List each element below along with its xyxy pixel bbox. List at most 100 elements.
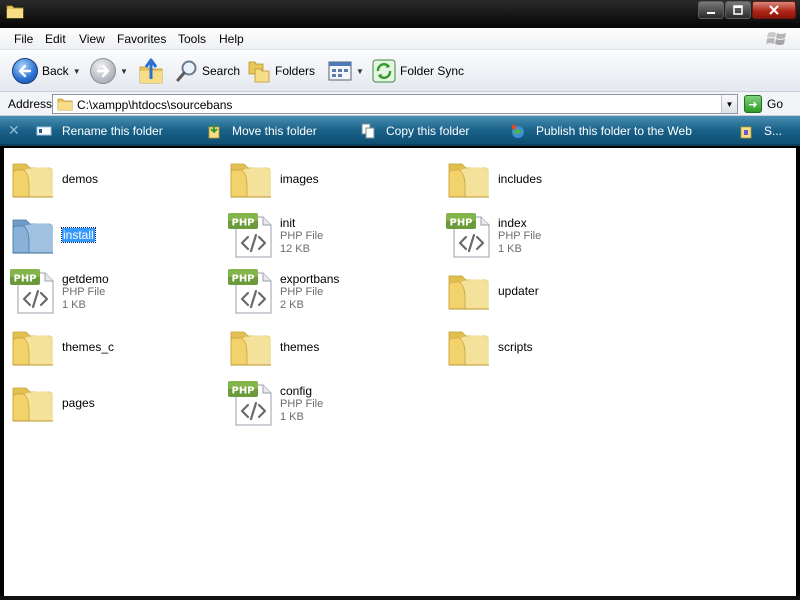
up-folder-icon bbox=[139, 58, 163, 84]
title-bar[interactable] bbox=[0, 0, 800, 28]
php-file-icon: PHP bbox=[227, 379, 275, 427]
item-name: install bbox=[61, 227, 96, 243]
address-bar: Address C:\xampp\htdocs\sourcebans ▼ ➜ G… bbox=[0, 92, 800, 116]
menu-tools[interactable]: Tools bbox=[178, 32, 206, 46]
close-button[interactable] bbox=[752, 1, 796, 19]
php-badge-text: PHP bbox=[231, 386, 254, 397]
file-item[interactable]: PHP init PHP File 12 KB bbox=[227, 211, 437, 261]
folder-icon bbox=[227, 155, 275, 203]
minimize-button[interactable] bbox=[698, 1, 724, 19]
folder-icon bbox=[9, 379, 57, 427]
address-input[interactable]: C:\xampp\htdocs\sourcebans ▼ bbox=[52, 94, 738, 114]
folder-item[interactable]: demos bbox=[9, 155, 219, 205]
task-move-folder[interactable]: Move this folder bbox=[206, 123, 317, 139]
item-name: index bbox=[498, 216, 527, 230]
minimize-icon bbox=[707, 12, 715, 14]
task-rename-folder[interactable]: Rename this folder bbox=[36, 123, 163, 139]
share-icon bbox=[738, 123, 754, 139]
search-label: Search bbox=[202, 64, 241, 78]
folder-item[interactable]: install bbox=[9, 211, 219, 261]
copy-icon bbox=[360, 123, 376, 139]
search-icon bbox=[176, 60, 197, 82]
close-icon[interactable]: ✕ bbox=[8, 122, 20, 139]
folder-icon bbox=[57, 98, 73, 111]
menu-view[interactable]: View bbox=[79, 32, 105, 46]
folder-icon bbox=[445, 155, 493, 203]
task-share-folder[interactable]: S... bbox=[738, 123, 782, 139]
file-item[interactable]: PHP config PHP File 1 KB bbox=[227, 379, 437, 429]
folder-item[interactable]: updater bbox=[445, 267, 655, 317]
folder-sync-button[interactable]: Folder Sync bbox=[372, 56, 464, 86]
item-size: 1 KB bbox=[280, 411, 304, 423]
task-label: Publish this folder to the Web bbox=[536, 124, 692, 138]
php-file-icon: PHP bbox=[227, 211, 275, 259]
task-label: Rename this folder bbox=[62, 124, 163, 138]
item-size: 12 KB bbox=[280, 243, 310, 255]
forward-button[interactable]: ▼ bbox=[90, 56, 128, 86]
folder-item[interactable]: themes_c bbox=[9, 323, 219, 373]
publish-web-icon bbox=[510, 123, 526, 139]
php-badge-text: PHP bbox=[231, 218, 254, 229]
window-bottom-border bbox=[0, 596, 800, 600]
folder-item[interactable]: scripts bbox=[445, 323, 655, 373]
folder-item[interactable]: includes bbox=[445, 155, 655, 205]
menu-file[interactable]: File bbox=[14, 32, 33, 46]
item-name: images bbox=[280, 172, 319, 186]
address-path: C:\xampp\htdocs\sourcebans bbox=[77, 98, 233, 112]
item-type: PHP File bbox=[62, 286, 106, 298]
back-label: Back bbox=[42, 64, 69, 78]
menu-favorites[interactable]: Favorites bbox=[117, 32, 166, 46]
item-name: exportbans bbox=[280, 272, 340, 286]
file-list-view[interactable]: demos images includes install PHP init PH… bbox=[4, 148, 796, 596]
item-name: themes bbox=[280, 340, 320, 354]
file-item[interactable]: PHP index PHP File 1 KB bbox=[445, 211, 655, 261]
views-icon bbox=[328, 61, 352, 81]
php-file-icon: PHP bbox=[445, 211, 493, 259]
php-badge-text: PHP bbox=[13, 274, 36, 285]
item-type: PHP File bbox=[280, 230, 324, 242]
address-dropdown-button[interactable]: ▼ bbox=[721, 95, 737, 113]
php-file-icon: PHP bbox=[9, 267, 57, 315]
item-name: demos bbox=[62, 172, 99, 186]
views-dropdown-icon[interactable]: ▼ bbox=[356, 67, 364, 76]
folders-icon bbox=[248, 61, 270, 83]
back-button[interactable]: Back ▼ bbox=[12, 56, 81, 86]
menu-bar: File Edit View Favorites Tools Help bbox=[0, 28, 800, 50]
go-button[interactable]: ➜ Go bbox=[744, 95, 783, 113]
item-name: updater bbox=[498, 284, 539, 298]
menu-edit[interactable]: Edit bbox=[45, 32, 66, 46]
up-folder-button[interactable] bbox=[138, 56, 164, 86]
address-label: Address bbox=[8, 97, 53, 111]
folder-item[interactable]: themes bbox=[227, 323, 437, 373]
task-copy-folder[interactable]: Copy this folder bbox=[360, 123, 469, 139]
php-badge-text: PHP bbox=[231, 274, 254, 285]
item-name: config bbox=[280, 384, 313, 398]
folders-button[interactable]: Folders bbox=[247, 56, 315, 86]
folders-label: Folders bbox=[275, 64, 316, 78]
task-label: S... bbox=[764, 124, 783, 138]
task-publish-web[interactable]: Publish this folder to the Web bbox=[510, 123, 692, 139]
back-arrow-icon bbox=[12, 58, 38, 84]
views-button[interactable]: ▼ bbox=[328, 56, 364, 86]
file-item[interactable]: PHP getdemo PHP File 1 KB bbox=[9, 267, 219, 317]
search-button[interactable]: Search bbox=[176, 56, 240, 86]
forward-dropdown-icon[interactable]: ▼ bbox=[120, 67, 128, 76]
back-dropdown-icon[interactable]: ▼ bbox=[73, 67, 81, 76]
move-folder-icon bbox=[206, 123, 222, 139]
item-size: 1 KB bbox=[62, 299, 86, 311]
php-file-icon: PHP bbox=[227, 267, 275, 315]
item-name: includes bbox=[498, 172, 543, 186]
folder-tasks-bar: ✕ Rename this folder Move this folder Co… bbox=[0, 116, 800, 146]
folder-icon bbox=[6, 5, 24, 19]
item-type: PHP File bbox=[280, 398, 324, 410]
task-label: Copy this folder bbox=[386, 124, 470, 138]
file-item[interactable]: PHP exportbans PHP File 2 KB bbox=[227, 267, 437, 317]
folder-item[interactable]: images bbox=[227, 155, 437, 205]
folder-item[interactable]: pages bbox=[9, 379, 219, 429]
toolbar: Back ▼ ▼ Search Folders ▼ Folder Sync bbox=[0, 50, 800, 92]
menu-help[interactable]: Help bbox=[219, 32, 244, 46]
task-label: Move this folder bbox=[232, 124, 317, 138]
maximize-button[interactable] bbox=[725, 1, 751, 19]
php-badge-text: PHP bbox=[449, 218, 472, 229]
close-icon bbox=[769, 5, 779, 15]
